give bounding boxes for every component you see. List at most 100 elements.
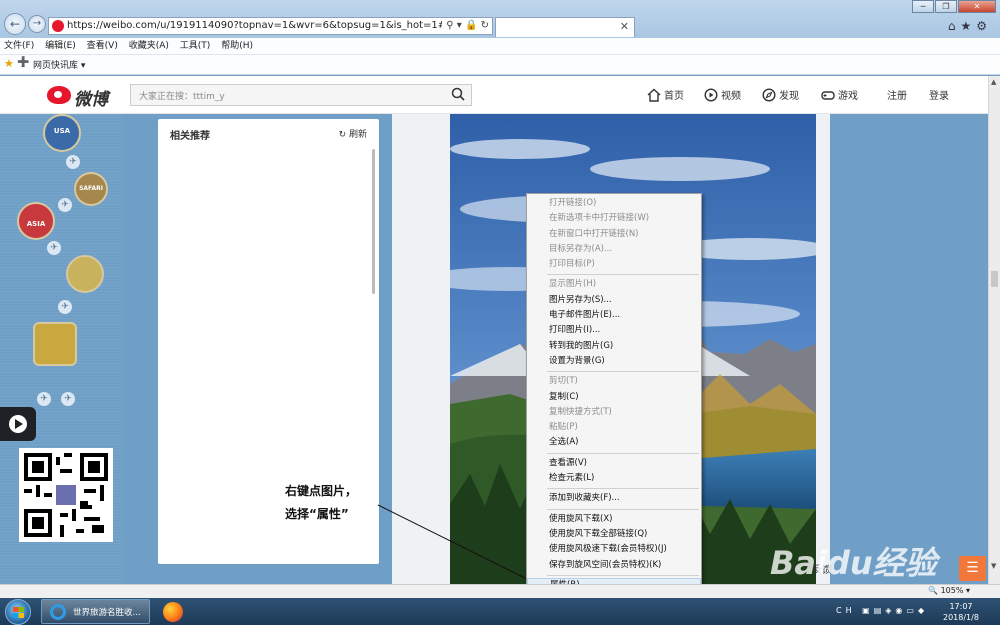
menu-bar: 文件(F) 编辑(E) 查看(V) 收藏夹(A) 工具(T) 帮助(H) <box>0 38 1000 55</box>
panel-title: 相关推荐 <box>170 131 210 142</box>
nav-login[interactable]: 登录 <box>929 87 949 102</box>
scrollbar-thumb[interactable] <box>991 271 998 287</box>
context-menu-separator <box>547 452 699 454</box>
context-menu-item[interactable]: 图片另存为(S)... <box>527 293 701 308</box>
menu-edit[interactable]: 编辑(E) <box>41 38 80 54</box>
menu-favorites[interactable]: 收藏夹(A) <box>125 38 173 54</box>
context-menu-item[interactable]: 使用旋风下载(X) <box>527 512 701 527</box>
context-menu-item[interactable]: 使用旋风下载全部链接(Q) <box>527 527 701 542</box>
airplane-icon: ✈ <box>37 392 51 406</box>
refresh-label: 刷新 <box>348 130 367 140</box>
firefox-icon[interactable] <box>163 602 183 622</box>
taskbar-ie-window[interactable]: 世界旅游名胜收... <box>41 599 150 624</box>
context-menu-item[interactable]: 检查元素(L) <box>527 471 701 486</box>
close-tab-icon[interactable]: ✕ <box>620 20 629 33</box>
tray-icons[interactable]: ▣▤◈◉▭◆ <box>862 606 928 615</box>
airplane-icon: ✈ <box>58 300 72 314</box>
context-menu-separator <box>547 508 699 510</box>
feedback-chat-button[interactable]: ☰ <box>959 556 986 581</box>
gamepad-icon <box>821 91 835 100</box>
context-menu-item[interactable]: 全选(A) <box>527 435 701 450</box>
context-menu-separator <box>547 371 699 373</box>
nav-discover[interactable]: 发现 <box>762 87 799 102</box>
taskbar-clock[interactable]: 17:07 2018/1/8 <box>943 601 979 623</box>
nav-video[interactable]: 视频 <box>704 87 741 102</box>
context-menu-item: 打印目标(P) <box>549 259 595 270</box>
context-menu-separator <box>547 274 699 276</box>
scroll-up-icon[interactable]: ▲ <box>991 78 996 86</box>
favorites-item-web-slice[interactable]: 网页快讯库 ▾ <box>33 58 85 71</box>
nav-register[interactable]: 注册 <box>887 87 907 102</box>
annotation-line-2: 选择“属性” <box>285 507 349 521</box>
zoom-level[interactable]: 🔍 105% ▾ <box>928 586 970 595</box>
context-menu-item[interactable]: 转到我的图片(G) <box>527 339 701 354</box>
status-bar: 🔍 105% ▾ <box>0 584 1000 598</box>
back-button[interactable]: ← <box>4 13 26 35</box>
internet-explorer-icon <box>50 604 66 620</box>
scroll-down-icon[interactable]: ▼ <box>991 562 996 570</box>
menu-help[interactable]: 帮助(H) <box>217 38 257 54</box>
play-button[interactable] <box>0 407 36 441</box>
nav-home-label: 首页 <box>664 91 684 102</box>
forward-button[interactable]: → <box>28 15 46 33</box>
badge-asia: ASIA <box>17 202 55 240</box>
context-menu-item[interactable]: 查看源(V) <box>527 456 701 471</box>
minimize-button[interactable]: ─ <box>912 0 934 13</box>
add-favorite-icon[interactable]: ➕ <box>17 57 29 68</box>
airplane-icon: ✈ <box>58 198 72 212</box>
weibo-logo-text: 微博 <box>74 90 108 110</box>
menu-tools[interactable]: 工具(T) <box>176 38 215 54</box>
address-bar[interactable]: https://weibo.com/u/1919114090?topnav=1&… <box>48 17 493 35</box>
badge-safari: SAFARI <box>74 172 108 206</box>
maximize-button[interactable]: ❐ <box>935 0 957 13</box>
feedback-label[interactable]: 反馈 <box>812 561 832 576</box>
taskbar-window-title: 世界旅游名胜收... <box>73 608 141 618</box>
context-menu-item[interactable]: 复制(C) <box>527 390 701 405</box>
weibo-favicon-icon <box>52 20 64 32</box>
address-url: https://weibo.com/u/1919114090?topnav=1&… <box>67 20 492 31</box>
weibo-eye-icon <box>47 86 71 104</box>
close-window-button[interactable]: ✕ <box>958 0 996 13</box>
context-menu-item[interactable]: 使用旋风极速下载(会员特权)(J) <box>527 542 701 557</box>
content-gutter <box>392 114 450 584</box>
clock-time: 17:07 <box>949 602 973 611</box>
nav-game-label: 游戏 <box>838 91 858 102</box>
context-menu-item[interactable]: 设置为背景(G) <box>527 354 701 369</box>
context-menu-item[interactable]: 添加到收藏夹(F)... <box>527 491 701 506</box>
refresh-button[interactable]: ↻ 刷新 <box>339 127 367 140</box>
travel-badge-globe <box>66 255 104 293</box>
refresh-icon: ↻ <box>338 130 349 140</box>
address-bar-tools: ⚲ ▾ 🔒 ↻ <box>442 18 492 34</box>
nav-game[interactable]: 游戏 <box>821 87 858 102</box>
search-icon[interactable] <box>451 87 465 101</box>
window-controls: ─ ❐ ✕ <box>912 0 996 14</box>
nav-home[interactable]: 首页 <box>647 87 684 102</box>
gear-icon[interactable]: ⚙ <box>976 19 992 33</box>
airplane-icon: ✈ <box>47 241 61 255</box>
context-menu-item: 在新选项卡中打开链接(W) <box>549 213 650 224</box>
favorites-bar: ★ ➕ 网页快讯库 ▾ <box>0 55 1000 75</box>
menu-view[interactable]: 查看(V) <box>83 38 122 54</box>
browser-tab[interactable]: ✕ <box>495 17 635 37</box>
compass-icon <box>762 88 776 102</box>
context-menu-item: 显示图片(H) <box>549 279 597 290</box>
play-icon <box>15 419 23 429</box>
favorites-star-icon[interactable]: ★ <box>4 57 14 70</box>
start-button[interactable] <box>5 599 31 625</box>
context-menu-item[interactable]: 保存到旋风空间(会员特权)(K) <box>527 558 701 573</box>
panel-scrollbar[interactable] <box>372 149 375 294</box>
context-menu-item[interactable]: 打印图片(I)... <box>527 323 701 338</box>
page-scrollbar[interactable]: ▲ ▼ <box>988 76 1000 584</box>
house-icon <box>647 88 661 102</box>
search-input[interactable]: 大家正在搜：tttim_y <box>130 84 472 106</box>
input-language[interactable]: CH <box>836 606 856 615</box>
menu-file[interactable]: 文件(F) <box>0 38 38 54</box>
weibo-logo[interactable]: 微博 <box>47 83 109 110</box>
favorites-star-icon[interactable]: ★ <box>960 19 976 33</box>
qr-code-image <box>24 453 108 537</box>
profile-background-left: USA ✈ SAFARI ✈ ASIA ✈ ✈ ✈ ✈ <box>0 114 123 598</box>
context-menu-item[interactable]: 电子邮件图片(E)... <box>527 308 701 323</box>
system-tray: CH ▣▤◈◉▭◆ <box>836 606 928 615</box>
nav-video-label: 视频 <box>721 91 741 102</box>
home-icon[interactable]: ⌂ <box>948 19 961 33</box>
